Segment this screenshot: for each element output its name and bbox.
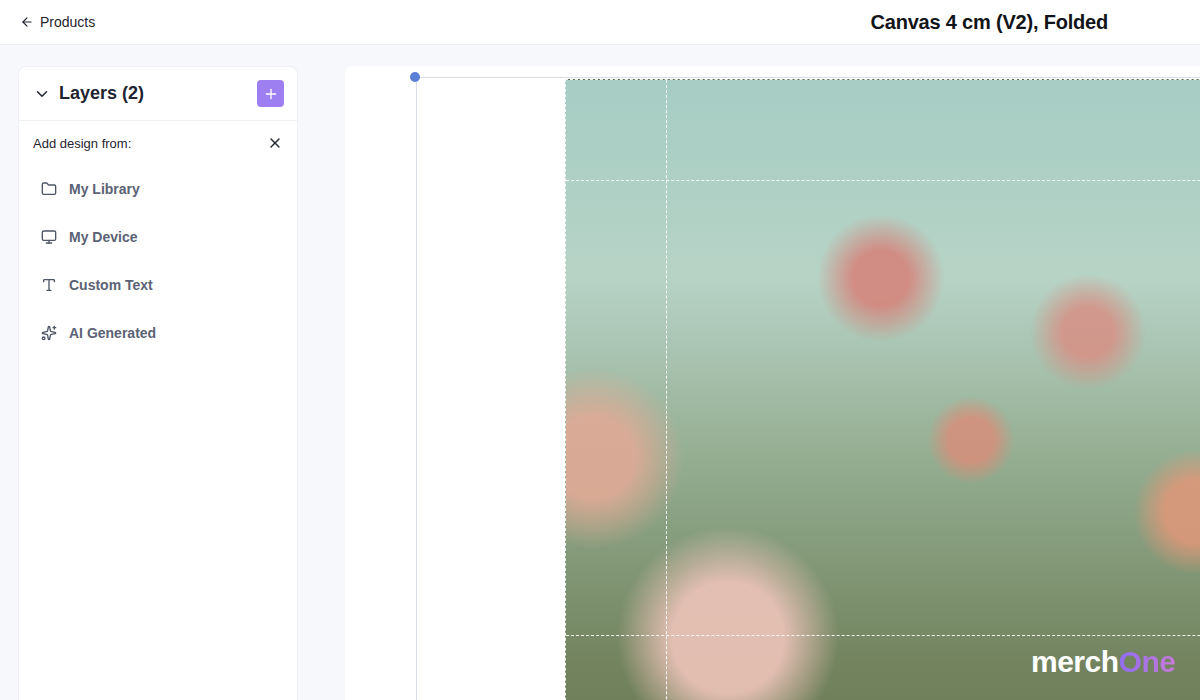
add-design-label: Add design from: — [33, 136, 131, 151]
add-design-row: Add design from: — [19, 121, 297, 165]
source-item[interactable]: Custom Text — [19, 261, 297, 309]
arrow-left-icon — [20, 15, 34, 29]
plus-icon — [263, 86, 279, 102]
add-layer-button[interactable] — [257, 80, 284, 107]
monitor-icon — [41, 229, 57, 245]
design-canvas[interactable]: merchOne — [345, 66, 1200, 700]
chevron-down-icon — [33, 85, 51, 103]
sparkles-icon — [41, 325, 57, 341]
layers-toggle[interactable]: Layers (2) — [33, 83, 144, 104]
layers-panel: Layers (2) Add design from: My LibraryMy D… — [18, 66, 298, 700]
close-button[interactable] — [267, 135, 283, 151]
close-icon — [267, 135, 283, 151]
editor-body: Layers (2) Add design from: My LibraryMy D… — [0, 45, 1200, 700]
layers-title: Layers (2) — [59, 83, 144, 104]
product-title: Canvas 4 cm (V2), Folded — [871, 11, 1109, 34]
fold-guide — [566, 180, 1200, 181]
text-icon — [41, 277, 57, 293]
fold-guide — [666, 80, 667, 700]
layers-header: Layers (2) — [19, 67, 297, 121]
fold-guide — [566, 635, 1200, 636]
ruler-line — [416, 77, 1200, 78]
design-photo[interactable] — [565, 79, 1200, 700]
editor-page: Products Canvas 4 cm (V2), Folded Layers (… — [0, 0, 1200, 700]
source-list: My LibraryMy DeviceCustom TextAI Generat… — [19, 165, 297, 357]
folder-icon — [41, 181, 57, 197]
source-item[interactable]: My Device — [19, 213, 297, 261]
ruler-line — [416, 77, 417, 700]
source-item[interactable]: My Library — [19, 165, 297, 213]
origin-handle[interactable] — [410, 72, 420, 82]
watermark-logo: merchOne — [1031, 644, 1175, 680]
source-item[interactable]: AI Generated — [19, 309, 297, 357]
back-link[interactable]: Products — [20, 14, 95, 30]
top-bar: Products Canvas 4 cm (V2), Folded — [0, 0, 1200, 45]
